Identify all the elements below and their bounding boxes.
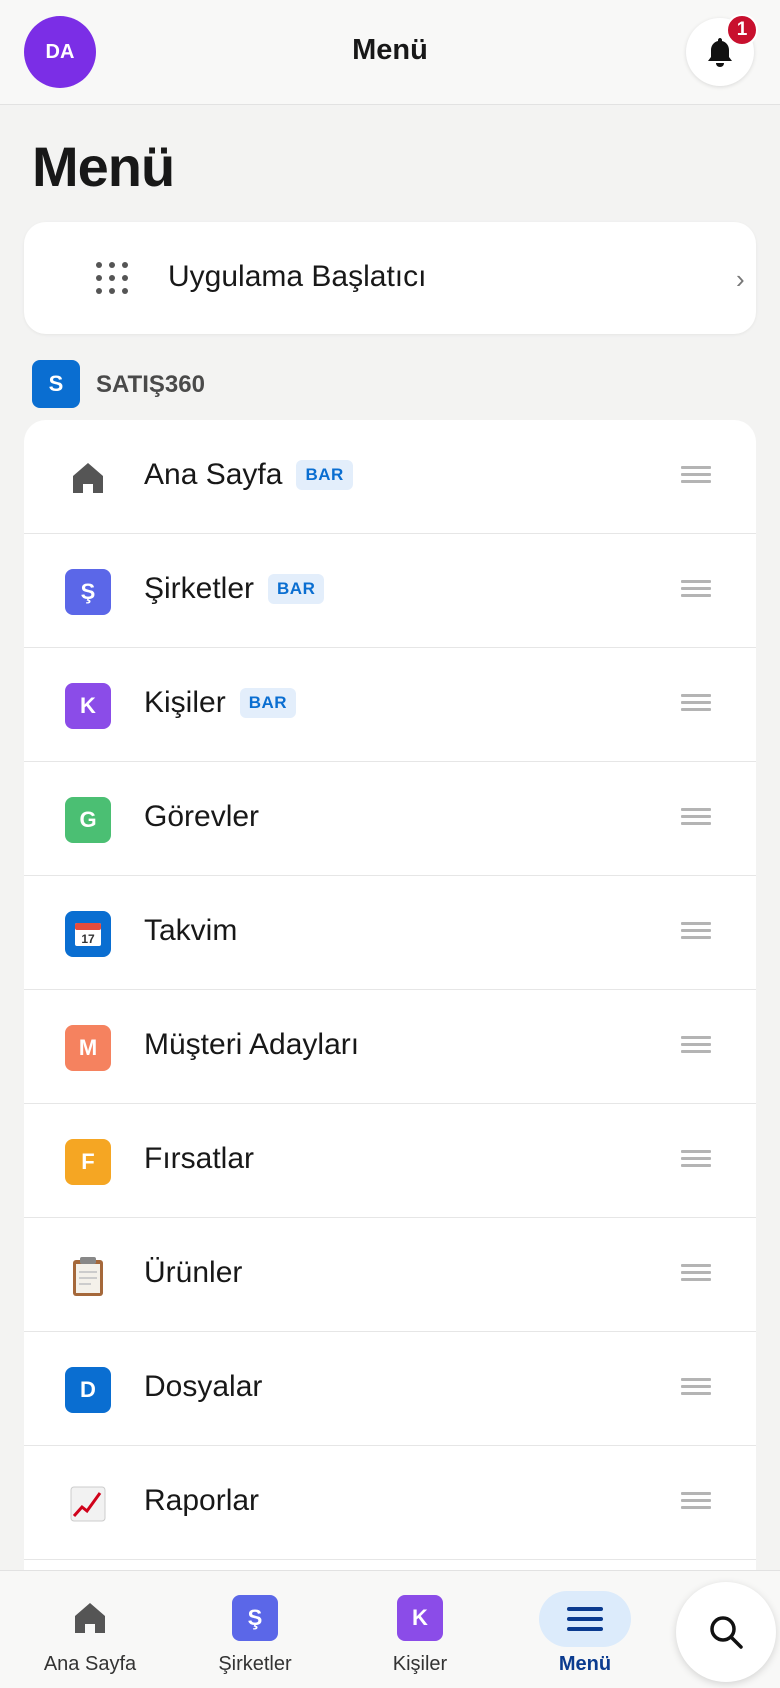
nav-companies-label: Şirketler	[218, 1653, 292, 1675]
nav-home[interactable]: Ana Sayfa	[10, 1571, 170, 1688]
bar-tag: BAR	[296, 460, 353, 490]
contacts-icon: K	[65, 683, 111, 729]
menu-item-firsatlar[interactable]: F Fırsatlar	[24, 1104, 756, 1218]
drag-handle-icon[interactable]	[681, 922, 711, 942]
menu-item-label: Fırsatlar	[144, 1142, 255, 1175]
drag-handle-icon[interactable]	[681, 1264, 711, 1284]
menu-item-urunler[interactable]: Ürünler	[24, 1218, 756, 1332]
drag-handle-icon[interactable]	[681, 1036, 711, 1056]
opportunities-icon: F	[65, 1139, 111, 1185]
tasks-icon: G	[65, 797, 111, 843]
menu-list: Ana Sayfa BAR Ş Şirketler BAR K Kişiler BAR…	[24, 420, 756, 1688]
menu-pill	[539, 1591, 631, 1647]
search-icon	[710, 1616, 743, 1649]
app-launcher-card[interactable]: Uygulama Başlatıcı ›	[24, 222, 756, 334]
menu-item-label: Dosyalar	[144, 1370, 263, 1403]
page-title: Menü	[32, 135, 175, 198]
home-icon	[73, 463, 103, 493]
bar-tag: BAR	[268, 574, 325, 604]
chart-icon	[70, 1486, 106, 1522]
menu-item-label: Raporlar	[144, 1484, 260, 1517]
bottom-nav: Ana Sayfa Ş Şirketler K Kişiler Menü	[0, 1570, 780, 1688]
menu-item-dosyalar[interactable]: D Dosyalar	[24, 1332, 756, 1446]
clipboard-icon	[73, 1257, 103, 1296]
nav-contacts[interactable]: K Kişiler	[340, 1571, 500, 1688]
drag-handle-icon[interactable]	[681, 580, 711, 600]
app-badge: S	[32, 360, 80, 408]
top-header: DA Menü 1	[0, 0, 780, 105]
menu-item-musteri-adaylari[interactable]: M Müşteri Adayları	[24, 990, 756, 1104]
menu-item-label: Müşteri Adayları	[144, 1028, 360, 1061]
search-button[interactable]	[676, 1582, 776, 1682]
app-launcher-label: Uygulama Başlatıcı	[168, 260, 427, 293]
menu-item-kisiler[interactable]: K Kişiler BAR	[24, 648, 756, 762]
nav-companies[interactable]: Ş Şirketler	[175, 1571, 335, 1688]
app-grid-icon	[96, 262, 128, 294]
nav-contacts-label: Kişiler	[392, 1653, 448, 1675]
contacts-icon: K	[397, 1595, 443, 1641]
bar-tag: BAR	[239, 688, 297, 718]
menu-item-raporlar[interactable]: Raporlar	[24, 1446, 756, 1560]
files-icon: D	[65, 1367, 111, 1413]
section-title: SATIŞ360	[96, 371, 205, 398]
calendar-icon: 17	[65, 911, 111, 957]
home-icon	[75, 1603, 105, 1633]
menu-item-label: Takvim	[144, 914, 238, 947]
menu-item-label: Görevler	[144, 800, 260, 833]
header-title: Menü	[352, 34, 428, 66]
nav-home-label: Ana Sayfa	[43, 1653, 137, 1675]
chevron-right-icon: ›	[736, 264, 745, 294]
menu-item-label: Ana Sayfa	[144, 458, 283, 491]
drag-handle-icon[interactable]	[681, 694, 711, 714]
companies-icon: Ş	[232, 1595, 278, 1641]
menu-item-label: Kişiler	[144, 686, 226, 719]
notification-count-badge: 1	[726, 14, 758, 46]
drag-handle-icon[interactable]	[681, 1378, 711, 1398]
menu-item-ana-sayfa[interactable]: Ana Sayfa BAR	[24, 420, 756, 534]
nav-menu-label: Menü	[558, 1653, 612, 1675]
drag-handle-icon[interactable]	[681, 466, 711, 486]
menu-item-label: Şirketler	[144, 572, 255, 605]
menu-item-label: Ürünler	[144, 1256, 243, 1289]
drag-handle-icon[interactable]	[681, 1150, 711, 1170]
hamburger-icon	[567, 1607, 603, 1631]
drag-handle-icon[interactable]	[681, 808, 711, 828]
menu-item-takvim[interactable]: 17 Takvim	[24, 876, 756, 990]
companies-icon: Ş	[65, 569, 111, 615]
menu-item-gorevler[interactable]: G Görevler	[24, 762, 756, 876]
drag-handle-icon[interactable]	[681, 1492, 711, 1512]
menu-item-sirketler[interactable]: Ş Şirketler BAR	[24, 534, 756, 648]
leads-icon: M	[65, 1025, 111, 1071]
nav-menu[interactable]: Menü	[505, 1571, 665, 1688]
svg-text:17: 17	[81, 932, 95, 946]
